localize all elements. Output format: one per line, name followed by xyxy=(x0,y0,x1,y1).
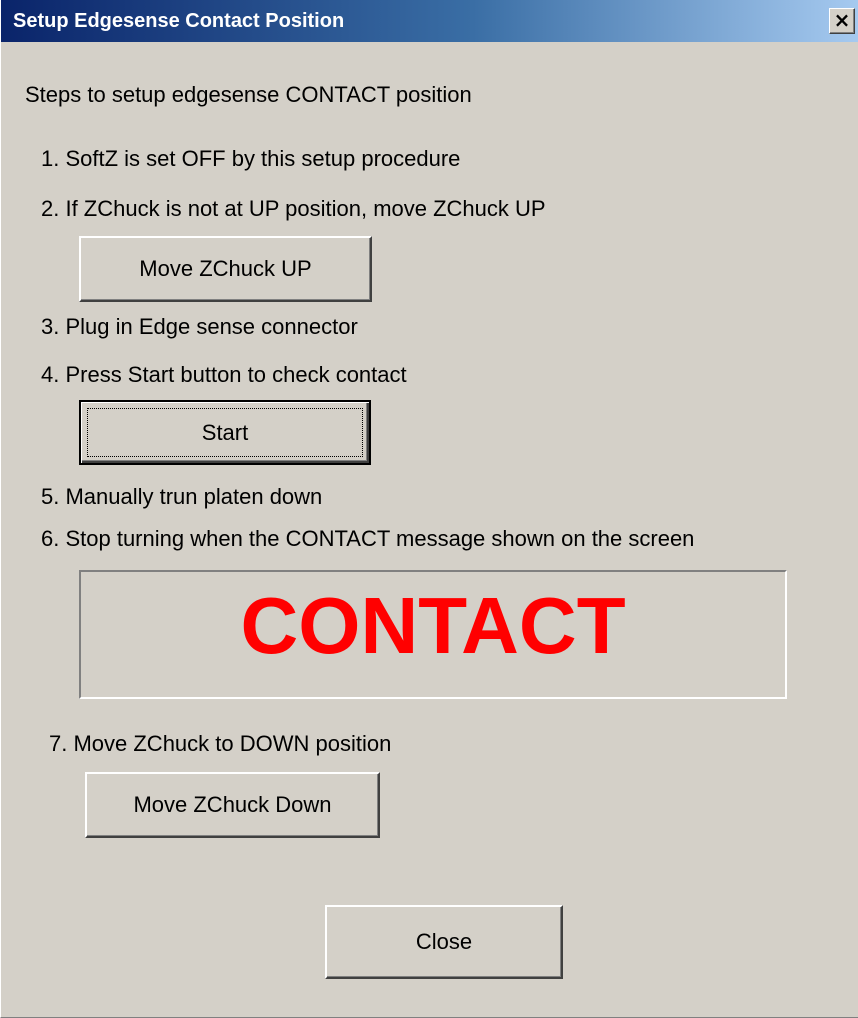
focus-rectangle xyxy=(87,408,363,457)
move-zchuck-down-button[interactable]: Move ZChuck Down xyxy=(85,772,380,838)
step-2: 2. If ZChuck is not at UP position, move… xyxy=(41,196,546,221)
instructions-heading: Steps to setup edgesense CONTACT positio… xyxy=(25,82,472,107)
close-icon[interactable]: × xyxy=(829,8,855,34)
step-4: 4. Press Start button to check contact xyxy=(41,362,407,387)
contact-status-text: CONTACT xyxy=(240,581,626,670)
move-zchuck-up-button[interactable]: Move ZChuck UP xyxy=(79,236,372,302)
contact-status-panel: CONTACT xyxy=(79,570,787,699)
step-5: 5. Manually trun platen down xyxy=(41,484,323,509)
start-button[interactable]: Start xyxy=(79,400,371,465)
close-button[interactable]: Close xyxy=(325,905,563,979)
step-7: 7. Move ZChuck to DOWN position xyxy=(49,731,392,756)
window-title: Setup Edgesense Contact Position xyxy=(13,10,345,32)
title-bar[interactable]: Setup Edgesense Contact Position × xyxy=(1,0,858,42)
step-1: 1. SoftZ is set OFF by this setup proced… xyxy=(41,146,461,171)
dialog-window: Setup Edgesense Contact Position × Steps… xyxy=(0,0,858,1018)
step-3: 3. Plug in Edge sense connector xyxy=(41,314,358,339)
step-6: 6. Stop turning when the CONTACT message… xyxy=(41,526,695,551)
